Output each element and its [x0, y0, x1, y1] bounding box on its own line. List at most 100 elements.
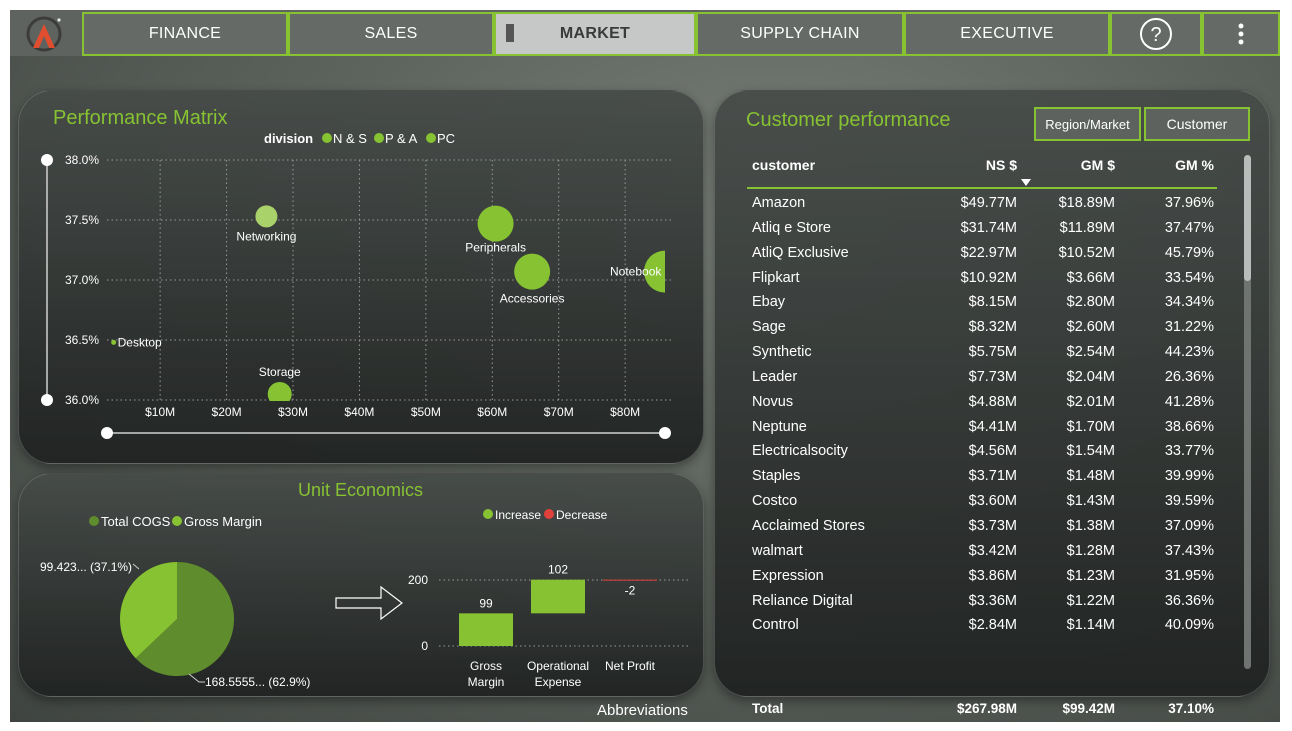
x-range-slider-handle-left[interactable] — [101, 427, 113, 439]
region-market-button[interactable]: Region/Market — [1034, 107, 1141, 141]
x-tick-label: $40M — [344, 405, 374, 419]
cell-gm: $2.60M — [1066, 319, 1115, 336]
waterfall-category-label: Expense — [535, 675, 582, 689]
legend-item-gross-margin: Gross Margin — [184, 514, 262, 529]
table-row[interactable]: Amazon $49.77M $18.89M 37.96% — [747, 191, 1217, 216]
legend-marker-p-a — [374, 133, 384, 143]
tab-executive[interactable]: EXECUTIVE — [904, 12, 1110, 56]
table-row[interactable]: Novus $4.88M $2.01M 41.28% — [747, 390, 1217, 415]
sort-descending-icon[interactable] — [1021, 179, 1031, 186]
cell-gm-pct: 37.09% — [1164, 517, 1214, 534]
x-tick-label: $60M — [477, 405, 507, 419]
y-tick-label: 36.5% — [65, 333, 99, 347]
scatter-point-desktop[interactable] — [111, 339, 117, 345]
table-row[interactable]: Neptune $4.41M $1.70M 38.66% — [747, 415, 1217, 440]
table-row[interactable]: Reliance Digital $3.36M $1.22M 36.36% — [747, 589, 1217, 614]
cell-ns: $4.41M — [968, 418, 1017, 435]
legend-item-pc: PC — [437, 131, 455, 146]
customer-button[interactable]: Customer — [1144, 107, 1250, 141]
tab-sales[interactable]: SALES — [288, 12, 494, 56]
cell-ns: $5.75M — [968, 344, 1017, 361]
waterfall-bar-gross-margin[interactable] — [459, 613, 513, 646]
cell-customer: Costco — [752, 493, 798, 510]
table-row[interactable]: Staples $3.71M $1.48M 39.99% — [747, 464, 1217, 489]
cell-ns: $3.71M — [968, 468, 1017, 485]
more-options-button[interactable] — [1202, 12, 1280, 56]
customer-performance-panel: Customer performance Region/Market Custo… — [714, 90, 1270, 716]
table-total-row: Total $267.98M $99.42M 37.10% — [747, 695, 1217, 722]
x-tick-label: $30M — [278, 405, 308, 419]
cell-gm-pct: 33.54% — [1164, 269, 1214, 286]
waterfall-bar-net-profit[interactable] — [603, 579, 657, 581]
table-row[interactable]: Ebay $8.15M $2.80M 34.34% — [747, 290, 1217, 315]
scatter-point-accessories[interactable] — [514, 253, 551, 290]
table-row[interactable]: Acclaimed Stores $3.73M $1.38M 37.09% — [747, 514, 1217, 539]
cell-ns: $3.60M — [968, 493, 1017, 510]
table-row[interactable]: Atliq e Store $31.74M $11.89M 37.47% — [747, 216, 1217, 241]
scatter-point-storage[interactable] — [267, 382, 292, 406]
cell-gm: $3.66M — [1066, 269, 1115, 286]
column-header-ns[interactable]: NS $ — [986, 153, 1017, 177]
column-header-customer[interactable]: customer — [752, 153, 815, 177]
table-row[interactable]: Leader $7.73M $2.04M 26.36% — [747, 365, 1217, 390]
waterfall-value-label: 99 — [479, 596, 493, 610]
waterfall-category-label: Gross — [470, 659, 502, 673]
gridlines — [107, 159, 671, 401]
table-header: customer NS $ GM $ GM % — [747, 153, 1217, 189]
y-range-slider-handle-top[interactable] — [41, 154, 53, 166]
cell-gm-pct: 31.95% — [1164, 567, 1214, 584]
waterfall-value-label: 102 — [548, 563, 568, 577]
right-arrow-icon — [335, 585, 403, 621]
cell-customer: Atliq e Store — [752, 219, 831, 236]
scatter-point-peripherals[interactable] — [477, 205, 514, 242]
x-tick-label: $10M — [145, 405, 175, 419]
help-button[interactable]: ? — [1110, 12, 1202, 56]
legend-item-decrease: Decrease — [556, 508, 608, 522]
abbreviations-link[interactable]: Abbreviations — [597, 702, 688, 719]
data-label-networking: Networking — [236, 229, 296, 243]
cell-gm-pct: 39.59% — [1164, 493, 1214, 510]
table-row[interactable]: Electricalsocity $4.56M $1.54M 33.77% — [747, 439, 1217, 464]
scrollbar-thumb[interactable] — [1244, 155, 1251, 281]
cell-customer: Ebay — [752, 294, 786, 311]
pie-leader-line — [188, 673, 205, 683]
y-range-slider-handle-bottom[interactable] — [41, 394, 53, 406]
cell-customer: Control — [752, 617, 799, 634]
cell-gm-pct: 38.66% — [1164, 418, 1214, 435]
legend-marker-pc — [426, 133, 436, 143]
waterfall-y-tick: 0 — [421, 639, 428, 653]
table-row[interactable]: Costco $3.60M $1.43M 39.59% — [747, 489, 1217, 514]
y-tick-label: 37.0% — [65, 273, 99, 287]
pie-label-total-cogs: 168.5555... (62.9%) — [205, 675, 310, 689]
table-row[interactable]: AtliQ Exclusive $22.97M $10.52M 45.79% — [747, 241, 1217, 266]
cell-gm: $1.38M — [1066, 517, 1115, 534]
column-header-gm-pct[interactable]: GM % — [1175, 153, 1214, 177]
table-row[interactable]: Expression $3.86M $1.23M 31.95% — [747, 564, 1217, 589]
waterfall-value-label: -2 — [625, 583, 636, 597]
waterfall-bar-operational-expense[interactable] — [531, 579, 585, 614]
company-logo[interactable] — [24, 14, 64, 54]
cell-gm-pct: 36.36% — [1164, 592, 1214, 609]
x-range-slider-handle-right[interactable] — [659, 427, 671, 439]
tab-supply-chain[interactable]: SUPPLY CHAIN — [696, 12, 904, 56]
scatter-point-networking[interactable] — [255, 205, 278, 228]
tab-market[interactable]: MARKET — [494, 12, 696, 56]
legend-item-increase: Increase — [495, 508, 541, 522]
table-row[interactable]: Synthetic $5.75M $2.54M 44.23% — [747, 340, 1217, 365]
performance-matrix-chart[interactable]: division N & S P & A PC 38.0%37.5%37.0%3… — [19, 91, 705, 465]
table-row[interactable]: Control $2.84M $1.14M 40.09% — [747, 613, 1217, 638]
cell-gm-pct: 37.47% — [1164, 219, 1214, 236]
cell-gm-pct: 40.09% — [1164, 617, 1214, 634]
table-row[interactable]: Flipkart $10.92M $3.66M 33.54% — [747, 266, 1217, 291]
table-row[interactable]: Sage $8.32M $2.60M 31.22% — [747, 315, 1217, 340]
tab-finance[interactable]: FINANCE — [82, 12, 288, 56]
table-scrollbar[interactable] — [1244, 155, 1251, 669]
customer-table: customer NS $ GM $ GM % Amazon $49.77M $18… — [747, 153, 1217, 716]
cell-ns: $22.97M — [960, 244, 1017, 261]
cell-gm: $1.48M — [1066, 468, 1115, 485]
legend-marker-increase — [483, 509, 493, 519]
table-row[interactable]: walmart $3.42M $1.28M 37.43% — [747, 539, 1217, 564]
column-header-gm[interactable]: GM $ — [1081, 153, 1115, 177]
cell-ns: $3.42M — [968, 542, 1017, 559]
unit-economics-chart[interactable]: Total COGS Gross Margin Increase Decreas… — [19, 474, 705, 698]
